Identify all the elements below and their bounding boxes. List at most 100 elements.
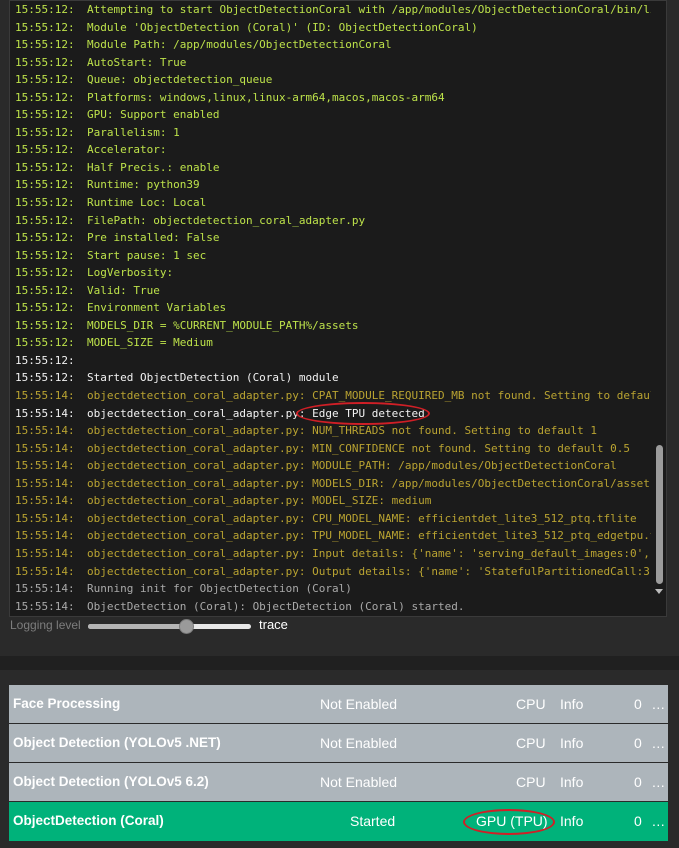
module-row[interactable]: Object Detection (YOLOv5 .NET) Not Enable… [9,724,668,762]
log-message: GPU: Support enabled [87,108,220,122]
log-timestamp: 15:55:14: [15,424,75,438]
module-count: 0 [634,735,642,751]
logging-level-control: Logging level trace [10,616,410,638]
module-count: 0 [634,774,642,790]
scrollbar-thumb[interactable] [656,445,663,584]
logging-level-slider[interactable] [88,624,251,629]
log-message: Environment Variables [87,301,227,315]
log-timestamp: 15:55:12: [15,248,75,262]
module-more-menu[interactable]: ... [652,724,665,762]
log-line: 15:55:12: Platforms: windows,linux,linux-… [15,89,651,107]
module-name: Object Detection (YOLOv5 .NET) [13,735,221,750]
log-line: 15:55:12: Environment Variables [15,299,651,317]
log-line: 15:55:12: Half Precis.: enable [15,159,651,177]
log-timestamp: 15:55:12: [15,178,75,192]
log-message: Half Precis.: enable [87,160,220,174]
log-timestamp: 15:55:12: [15,213,75,227]
log-timestamp: 15:55:12: [15,283,75,297]
module-row[interactable]: Face Processing Not Enabled CPU Info 0... [9,685,668,723]
logging-level-label: Logging level [10,618,81,632]
module-info-link[interactable]: Info [560,802,583,840]
module-processor: CPU [516,735,546,751]
module-more-menu[interactable]: ... [652,763,665,801]
log-message: AutoStart: True [87,55,187,69]
log-scrollbar[interactable] [652,1,666,616]
log-line: 15:55:14: objectdetection_coral_adapter.p… [15,527,651,545]
log-timestamp: 15:55:12: [15,3,75,16]
log-line: 15:55:14: objectdetection_coral_adapter.p… [15,387,651,405]
module-info-link[interactable]: Info [560,685,583,723]
log-message: objectdetection_coral_adapter.py: MODULE… [87,459,617,473]
module-status: Not Enabled [320,696,398,712]
log-line: 15:55:12: GPU: Support enabled [15,106,651,124]
log-panel[interactable]: 15:55:12: Attempting to start ObjectDetec… [9,0,667,617]
log-timestamp: 15:55:12: [15,231,75,245]
log-timestamp: 15:55:14: [15,582,75,596]
log-line: 15:55:12: Accelerator: [15,141,651,159]
log-line: 15:55:12: Runtime Loc: Local [15,194,651,212]
slider-fill [88,624,186,629]
log-timestamp: 15:55:12: [15,90,75,104]
log-timestamp: 15:55:12: [15,38,75,52]
log-line: 15:55:12: Module Path: /app/modules/Objec… [15,36,651,54]
log-message: Running init for ObjectDetection (Coral) [87,582,352,596]
log-message: Platforms: windows,linux,linux-arm64,mac… [87,90,445,104]
log-message: MODEL_SIZE = Medium [87,336,213,350]
log-line: 15:55:12: Runtime: python39 [15,176,651,194]
logging-level-value: trace [259,617,288,632]
module-row[interactable]: Object Detection (YOLOv5 6.2) Not Enabled… [9,763,668,801]
log-message: Parallelism: 1 [87,125,180,139]
log-lines: 15:55:12: Attempting to start ObjectDetec… [15,1,651,615]
log-timestamp: 15:55:14: [15,476,75,490]
log-message: Runtime: python39 [87,178,200,192]
module-row[interactable]: ObjectDetection (Coral) Started GPU (TPU) I… [9,802,668,841]
log-timestamp: 15:55:12: [15,125,75,139]
log-timestamp: 15:55:14: [15,599,75,613]
module-processor: CPU [516,696,546,712]
log-timestamp: 15:55:14: [15,441,75,455]
log-timestamp: 15:55:12: [15,160,75,174]
module-more-menu[interactable]: ... [652,802,665,840]
log-message: Pre installed: False [87,231,220,245]
log-timestamp: 15:55:12: [15,143,75,157]
log-line: 15:55:12: Parallelism: 1 [15,124,651,142]
log-message: Queue: objectdetection_queue [87,73,273,87]
log-message: LogVerbosity: [87,266,174,280]
log-line: 15:55:12: Start pause: 1 sec [15,247,651,265]
log-message: objectdetection_coral_adapter.py: CPAT_M… [87,389,651,403]
log-line: 15:55:12: Started ObjectDetection (Coral)… [15,369,651,387]
log-message: MODELS_DIR = %CURRENT_MODULE_PATH%/asset… [87,318,359,332]
log-message: Module 'ObjectDetection (Coral)' (ID: Ob… [87,20,478,34]
log-timestamp: 15:55:14: [15,511,75,525]
log-line: 15:55:14: objectdetection_coral_adapter.p… [15,510,651,528]
log-message: objectdetection_coral_adapter.py: MODELS… [87,476,651,490]
log-message: Valid: True [87,283,160,297]
log-line: 15:55:12: MODEL_SIZE = Medium [15,334,651,352]
module-processor: GPU (TPU) [476,813,548,829]
log-message: Start pause: 1 sec [87,248,207,262]
log-timestamp: 15:55:12: [15,371,75,385]
log-timestamp: 15:55:12: [15,20,75,34]
log-line: 15:55:14: objectdetection_coral_adapter.p… [15,440,651,458]
log-timestamp: 15:55:14: [15,564,75,578]
module-info-link[interactable]: Info [560,724,583,762]
logging-level-slider-thumb[interactable] [178,619,194,634]
log-message: objectdetection_coral_adapter.py: Input … [87,546,651,560]
log-message: objectdetection_coral_adapter.py: CPU_MO… [87,511,637,525]
module-more-menu[interactable]: ... [652,685,665,723]
log-line: 15:55:14: objectdetection_coral_adapter.p… [15,563,651,581]
log-line: 15:55:12: Pre installed: False [15,229,651,247]
log-message: Runtime Loc: Local [87,196,207,210]
log-timestamp: 15:55:12: [15,353,75,367]
scroll-down-arrow-icon[interactable] [655,589,663,594]
module-info-link[interactable]: Info [560,763,583,801]
log-message: objectdetection_coral_adapter.py: Output… [87,564,651,578]
log-line: 15:55:12: Module 'ObjectDetection (Coral)… [15,19,651,37]
log-timestamp: 15:55:12: [15,318,75,332]
module-count: 0 [634,696,642,712]
log-message: Accelerator: [87,143,167,157]
log-line: 15:55:14: objectdetection_coral_adapter.p… [15,545,651,563]
log-message: objectdetection_coral_adapter.py: MIN_CO… [87,441,631,455]
module-list: Face Processing Not Enabled CPU Info 0... Obj… [9,685,668,842]
log-line: 15:55:12: AutoStart: True [15,54,651,72]
